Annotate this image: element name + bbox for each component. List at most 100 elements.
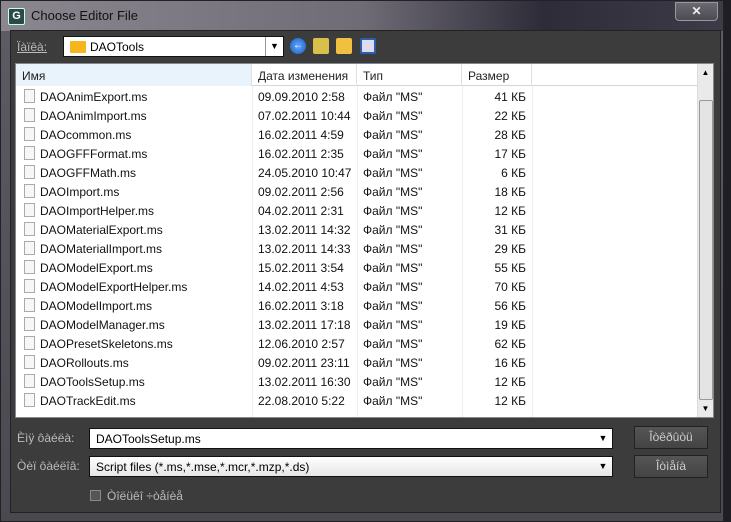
file-size: 55 КБ xyxy=(494,261,526,275)
file-row[interactable]: DAOModelExportHelper.ms 14.02.2011 4:53 Фа… xyxy=(16,277,698,296)
file-row[interactable]: DAOMaterialExport.ms 13.02.2011 14:32 Файл… xyxy=(16,220,698,239)
file-size: 18 КБ xyxy=(494,185,526,199)
file-type: Файл "MS" xyxy=(363,147,423,161)
file-name: DAORollouts.ms xyxy=(40,356,129,370)
scroll-down-icon[interactable]: ▼ xyxy=(698,404,713,413)
file-row[interactable]: DAOToolsSetup.ms 13.02.2011 16:30 Файл "MS… xyxy=(16,372,698,391)
file-icon xyxy=(24,241,35,255)
file-row[interactable]: DAOTrackEdit.ms 22.08.2010 5:22 Файл "MS" 1… xyxy=(16,391,698,410)
file-type: Файл "MS" xyxy=(363,242,423,256)
file-name: DAOImportHelper.ms xyxy=(40,204,155,218)
file-type: Файл "MS" xyxy=(363,337,423,351)
file-size: 29 КБ xyxy=(494,242,526,256)
file-icon xyxy=(24,355,35,369)
file-size: 41 КБ xyxy=(494,90,526,104)
file-icon xyxy=(24,89,35,103)
file-row[interactable]: DAOGFFMath.ms 24.05.2010 10:47 Файл "MS" 6 … xyxy=(16,163,698,182)
file-icon xyxy=(24,184,35,198)
file-type: Файл "MS" xyxy=(363,356,423,370)
file-date: 13.02.2011 16:30 xyxy=(258,375,351,389)
look-in-combo[interactable]: DAOTools ▼ xyxy=(63,36,284,57)
file-size: 56 КБ xyxy=(494,299,526,313)
vertical-scrollbar[interactable]: ▲ ▼ xyxy=(697,64,713,417)
file-name: DAOTrackEdit.ms xyxy=(40,394,136,408)
file-row[interactable]: DAOAnimImport.ms 07.02.2011 10:44 Файл "MS… xyxy=(16,106,698,125)
file-row[interactable]: DAOImport.ms 09.02.2011 2:56 Файл "MS" 18 К… xyxy=(16,182,698,201)
chevron-down-icon[interactable]: ▼ xyxy=(594,457,612,476)
file-type: Файл "MS" xyxy=(363,185,423,199)
new-folder-icon[interactable] xyxy=(336,38,352,54)
title-bar: G Choose Editor File ✕ xyxy=(1,1,723,31)
file-icon xyxy=(24,393,35,407)
file-row[interactable]: DAOImportHelper.ms 04.02.2011 2:31 Файл "M… xyxy=(16,201,698,220)
file-icon xyxy=(24,108,35,122)
file-date: 15.02.2011 3:54 xyxy=(258,261,344,275)
file-type: Файл "MS" xyxy=(363,394,423,408)
file-row[interactable]: DAOModelImport.ms 16.02.2011 3:18 Файл "MS… xyxy=(16,296,698,315)
view-menu-icon[interactable] xyxy=(360,38,376,54)
file-icon xyxy=(24,336,35,350)
column-type[interactable]: Тип xyxy=(357,64,462,86)
back-icon[interactable]: ← xyxy=(290,38,306,54)
filename-value: DAOToolsSetup.ms xyxy=(96,432,201,446)
filename-label: Èìÿ ôàéëà: xyxy=(17,431,75,445)
file-date: 13.02.2011 14:32 xyxy=(258,223,351,237)
file-type: Файл "MS" xyxy=(363,166,423,180)
folder-icon xyxy=(70,41,86,53)
cancel-button[interactable]: Îòìåíà xyxy=(634,455,708,478)
file-size: 12 КБ xyxy=(494,204,526,218)
file-row[interactable]: DAOAnimExport.ms 09.09.2010 2:58 Файл "MS"… xyxy=(16,87,698,106)
file-date: 14.02.2011 4:53 xyxy=(258,280,344,294)
file-icon xyxy=(24,298,35,312)
file-type: Файл "MS" xyxy=(363,109,423,123)
file-name: DAOMaterialExport.ms xyxy=(40,223,163,237)
file-date: 09.09.2010 2:58 xyxy=(258,90,345,104)
filetype-value: Script files (*.ms,*.mse,*.mcr,*.mzp,*.d… xyxy=(96,460,310,474)
file-row[interactable]: DAOGFFFormat.ms 16.02.2011 2:35 Файл "MS" 1… xyxy=(16,144,698,163)
readonly-checkbox[interactable] xyxy=(90,490,101,501)
file-date: 24.05.2010 10:47 xyxy=(258,166,352,180)
column-date[interactable]: Дата изменения xyxy=(252,64,357,86)
close-button[interactable]: ✕ xyxy=(675,2,718,21)
filetype-select[interactable]: Script files (*.ms,*.mse,*.mcr,*.mzp,*.d… xyxy=(89,456,613,477)
file-name: DAOModelManager.ms xyxy=(40,318,165,332)
file-icon xyxy=(24,165,35,179)
file-row[interactable]: DAORollouts.ms 09.02.2011 23:11 Файл "MS" 1… xyxy=(16,353,698,372)
file-date: 07.02.2011 10:44 xyxy=(258,109,351,123)
column-name[interactable]: Имя xyxy=(16,64,252,86)
file-name: DAOAnimExport.ms xyxy=(40,90,148,104)
file-size: 6 КБ xyxy=(501,166,526,180)
file-size: 16 КБ xyxy=(494,356,526,370)
up-folder-icon[interactable] xyxy=(313,38,329,54)
scrollbar-thumb[interactable] xyxy=(699,100,713,400)
column-size[interactable]: Размер xyxy=(462,64,532,86)
file-name: DAOAnimImport.ms xyxy=(40,109,147,123)
app-icon: G xyxy=(8,8,25,25)
file-date: 16.02.2011 4:59 xyxy=(258,128,344,142)
chevron-down-icon[interactable]: ▼ xyxy=(594,429,612,448)
file-date: 13.02.2011 14:33 xyxy=(258,242,351,256)
file-date: 09.02.2011 23:11 xyxy=(258,356,350,370)
open-button[interactable]: Îòêðûòü xyxy=(634,426,708,449)
file-row[interactable]: DAOMaterialImport.ms 13.02.2011 14:33 Файл… xyxy=(16,239,698,258)
file-row[interactable]: DAOModelExport.ms 15.02.2011 3:54 Файл "MS… xyxy=(16,258,698,277)
file-size: 17 КБ xyxy=(494,147,526,161)
file-row[interactable]: DAOModelManager.ms 13.02.2011 17:18 Файл "… xyxy=(16,315,698,334)
file-list[interactable]: Имя Дата изменения Тип Размер DAOAnimExp… xyxy=(15,63,714,418)
file-row[interactable]: DAOcommon.ms 16.02.2011 4:59 Файл "MS" 28 К… xyxy=(16,125,698,144)
file-date: 16.02.2011 3:18 xyxy=(258,299,344,313)
chevron-down-icon[interactable]: ▼ xyxy=(265,37,283,56)
file-name: DAOMaterialImport.ms xyxy=(40,242,163,256)
filename-input[interactable]: DAOToolsSetup.ms ▼ xyxy=(89,428,613,449)
look-in-label: Ïàïêà: xyxy=(17,40,48,54)
file-name: DAOGFFMath.ms xyxy=(40,166,137,180)
file-row[interactable]: DAOPresetSkeletons.ms 12.06.2010 2:57 Файл… xyxy=(16,334,698,353)
file-type: Файл "MS" xyxy=(363,204,423,218)
scroll-up-icon[interactable]: ▲ xyxy=(698,68,713,77)
file-icon xyxy=(24,279,35,293)
file-name: DAOToolsSetup.ms xyxy=(40,375,145,389)
file-name: DAOGFFFormat.ms xyxy=(40,147,148,161)
file-type: Файл "MS" xyxy=(363,375,423,389)
file-type: Файл "MS" xyxy=(363,261,423,275)
file-type: Файл "MS" xyxy=(363,299,423,313)
